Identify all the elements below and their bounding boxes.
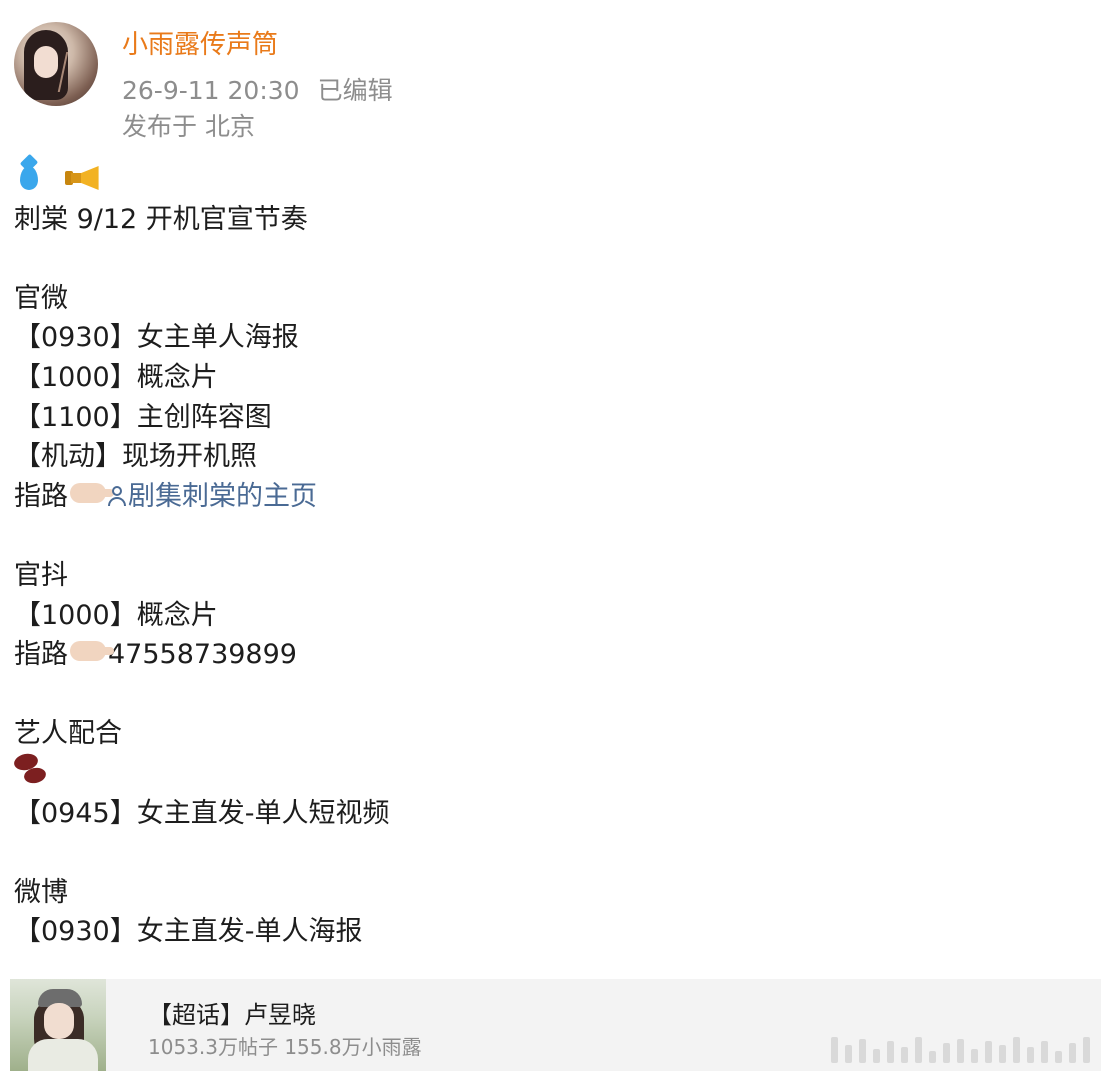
profile-link[interactable]: 剧集刺棠的主页 — [108, 481, 317, 512]
megaphone-icon — [64, 166, 99, 190]
timestamp: 26-9-11 20:30 — [122, 76, 300, 105]
pointing-hand-icon — [70, 641, 114, 662]
schedule-line: 【0930】女主单人海报 — [14, 322, 299, 354]
profile-link-text[interactable]: 剧集刺棠的主页 — [128, 481, 317, 512]
schedule-line: 【1100】主创阵容图 — [14, 401, 272, 433]
guide-line: 指路 47558739899 — [14, 635, 1094, 675]
section-title-guandou: 官抖 — [14, 559, 68, 591]
avatar-face — [34, 46, 58, 78]
guide-label: 指路 — [14, 480, 68, 512]
thumb-body — [28, 1039, 98, 1071]
section-title-artist: 艺人配合 — [14, 718, 122, 750]
thumb-face — [44, 1003, 74, 1039]
username[interactable]: 小雨露传声筒 — [122, 24, 278, 61]
avatar[interactable] — [14, 22, 98, 106]
schedule-line: 【1000】概念片 — [14, 361, 218, 393]
douyin-id: 47558739899 — [108, 639, 297, 671]
water-drop-icon — [20, 166, 38, 190]
section-title-weibo: 微博 — [14, 876, 68, 908]
post-meta: 26-9-11 20:30 已编辑 — [122, 71, 393, 107]
location: 发布于 北京 — [122, 112, 255, 141]
schedule-line: 【0945】女主直发-单人短视频 — [14, 797, 390, 829]
guide-line: 指路 剧集刺棠的主页 — [14, 477, 1094, 517]
user-icon — [108, 485, 126, 506]
schedule-line: 【1000】概念片 — [14, 599, 218, 631]
decorative-bars — [831, 1035, 1101, 1063]
card-stats: 1053.3万帖子 155.8万小雨露 — [148, 1035, 422, 1059]
beans-icon — [12, 751, 50, 786]
schedule-line: 【0930】女主直发-单人海报 — [14, 916, 363, 948]
post-title-line: 刺棠 9/12 开机官宣节奏 — [14, 203, 308, 235]
section-title-guanwei: 官微 — [14, 282, 68, 314]
beans-row — [12, 751, 1094, 794]
super-topic-card[interactable]: 【超话】卢昱晓 1053.3万帖子 155.8万小雨露 — [10, 979, 1101, 1071]
post-content: 刺棠 9/12 开机官宣节奏 官微 【0930】女主单人海报 【1000】概念片… — [12, 160, 1094, 952]
pointing-hand-icon — [70, 482, 114, 503]
post-header: 小雨露传声筒 26-9-11 20:30 已编辑 发布于 北京 — [14, 18, 1094, 141]
guide-label: 指路 — [14, 639, 68, 671]
emoji-row — [14, 160, 1094, 200]
card-thumbnail — [10, 979, 106, 1071]
edited-label[interactable]: 已编辑 — [318, 76, 393, 105]
megaphone-mouth — [80, 166, 99, 190]
schedule-line: 【机动】现场开机照 — [14, 441, 257, 473]
card-title[interactable]: 【超话】卢昱晓 — [148, 995, 316, 1030]
